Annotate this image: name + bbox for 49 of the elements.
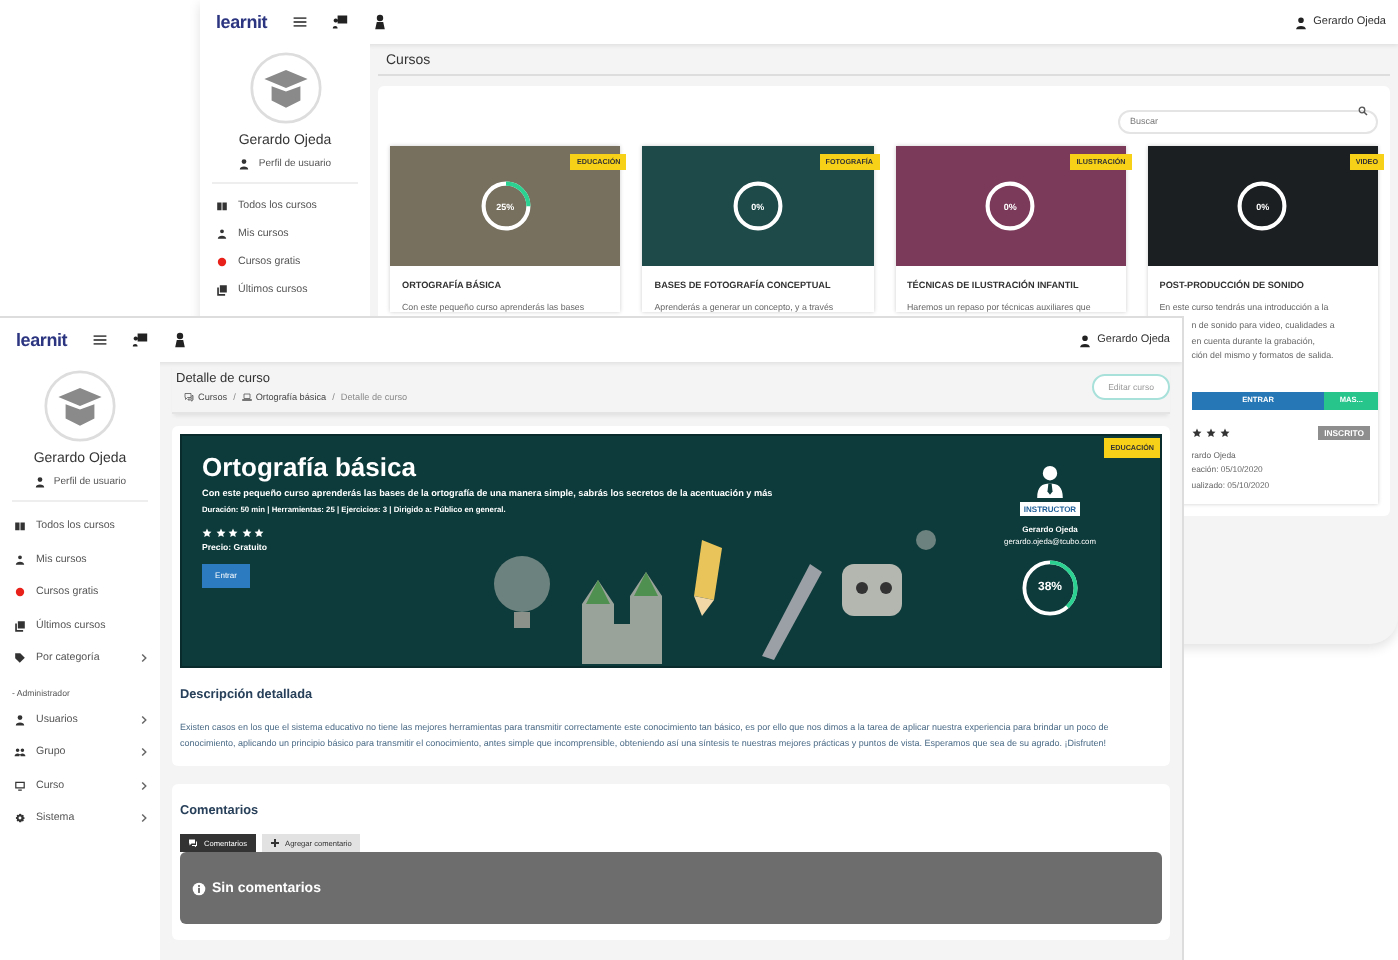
progress-ring xyxy=(1018,556,1082,620)
chat-icon xyxy=(184,392,194,402)
user-icon xyxy=(14,713,26,726)
menu-icon[interactable] xyxy=(291,14,308,30)
star-icon xyxy=(241,528,251,538)
chevron-icon xyxy=(140,779,148,792)
progress-ring xyxy=(729,178,786,234)
avatar-cap-icon xyxy=(249,52,321,124)
logo[interactable]: learnit xyxy=(16,330,68,350)
chat-icon xyxy=(188,838,198,848)
progress-ring xyxy=(982,178,1039,234)
user-icon xyxy=(1077,333,1092,347)
info-icon xyxy=(192,881,206,895)
star-icon xyxy=(228,528,238,538)
chevron-icon xyxy=(140,713,148,726)
star-icon xyxy=(254,528,264,538)
person-icon[interactable] xyxy=(171,332,188,348)
chevron-icon xyxy=(140,652,148,665)
book-icon xyxy=(216,200,228,212)
plus-icon xyxy=(269,838,280,848)
star-icon xyxy=(1205,427,1216,437)
presentation-icon[interactable] xyxy=(331,14,348,30)
stack-icon xyxy=(216,284,228,296)
star-icon xyxy=(215,528,225,538)
chevron-icon xyxy=(140,812,148,825)
user-icon xyxy=(1293,15,1308,29)
user-icon xyxy=(238,158,251,170)
monitor-icon xyxy=(14,779,26,792)
progress-ring xyxy=(477,178,534,234)
presentation-icon[interactable] xyxy=(131,332,148,348)
logo[interactable]: learnit xyxy=(216,12,268,32)
star-icon xyxy=(1219,427,1230,437)
star-icon xyxy=(202,528,212,538)
progress-ring xyxy=(1234,178,1291,234)
star-icon xyxy=(1191,427,1202,437)
person-icon[interactable] xyxy=(371,14,388,30)
menu-icon[interactable] xyxy=(91,332,108,348)
chevron-icon xyxy=(140,746,148,759)
user-icon xyxy=(33,476,46,488)
course-title: Ortografía básica xyxy=(202,452,418,482)
stack-icon xyxy=(14,619,26,632)
laptop-icon xyxy=(241,392,252,402)
book-icon xyxy=(14,520,26,533)
search-icon xyxy=(1358,105,1368,115)
group-icon xyxy=(14,746,26,759)
gear-icon xyxy=(14,812,26,825)
instructor-icon xyxy=(1034,464,1066,500)
tag-icon xyxy=(14,652,26,665)
avatar-cap-icon xyxy=(44,370,116,442)
